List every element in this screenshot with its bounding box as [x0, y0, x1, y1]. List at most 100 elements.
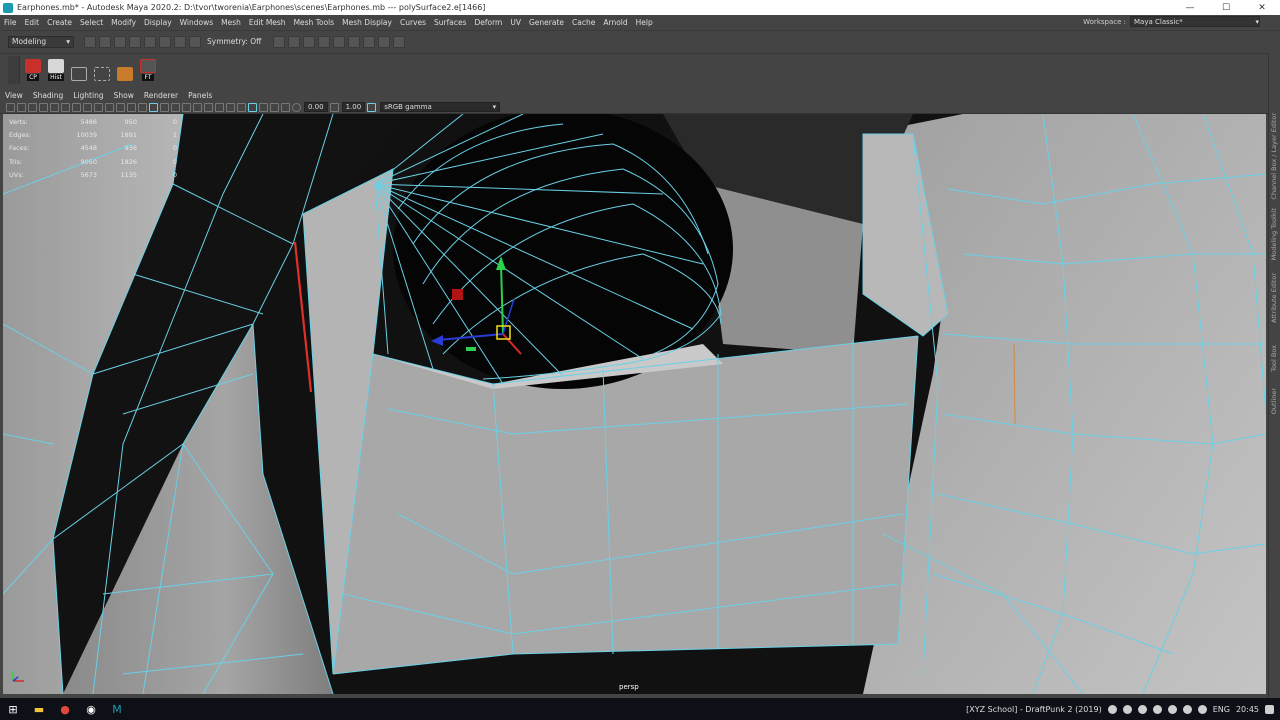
- save-scene-icon[interactable]: [114, 35, 126, 48]
- panel-menu-show[interactable]: Show: [109, 91, 139, 100]
- shelf-button-snap[interactable]: [92, 59, 112, 81]
- tray-app-icon[interactable]: [1152, 704, 1162, 714]
- safe-title-icon[interactable]: [138, 102, 147, 112]
- select-hierarchy-icon[interactable]: [159, 35, 171, 48]
- motion-blur-icon[interactable]: [226, 102, 235, 112]
- panel-menu-shading[interactable]: Shading: [28, 91, 68, 100]
- tab-modeling-toolkit[interactable]: Modeling Toolkit: [1270, 208, 1278, 260]
- tab-tool-box[interactable]: Tool Box: [1270, 345, 1278, 372]
- bluetooth-icon[interactable]: [1167, 704, 1177, 714]
- 2d-pan-zoom-icon[interactable]: [50, 102, 59, 112]
- gamma-field[interactable]: 1.00: [341, 102, 366, 112]
- maya-taskbar-icon[interactable]: M: [110, 702, 124, 716]
- camera-attributes-icon[interactable]: [17, 102, 26, 112]
- render-icon[interactable]: [363, 35, 376, 48]
- resolution-gate-icon[interactable]: [94, 102, 103, 112]
- menu-select[interactable]: Select: [76, 18, 107, 27]
- shelf-tab-handle[interactable]: [8, 55, 20, 84]
- menu-deform[interactable]: Deform: [470, 18, 506, 27]
- isolate-select-icon[interactable]: [248, 102, 257, 112]
- notifications-icon[interactable]: [1265, 704, 1274, 714]
- snap-curve-icon[interactable]: [288, 35, 301, 48]
- tab-outliner[interactable]: Outliner: [1270, 388, 1278, 414]
- render-view-icon[interactable]: [348, 35, 361, 48]
- open-scene-icon[interactable]: [99, 35, 111, 48]
- wireframe-on-shaded-icon[interactable]: [171, 102, 180, 112]
- shelf-button-ft[interactable]: FT: [138, 58, 158, 81]
- exposure-field[interactable]: 0.00: [304, 102, 328, 112]
- maximize-button[interactable]: ☐: [1208, 0, 1244, 15]
- menu-mesh[interactable]: Mesh: [217, 18, 245, 27]
- undo-icon[interactable]: [129, 35, 141, 48]
- windows-start-icon[interactable]: ⊞: [6, 702, 20, 716]
- network-icon[interactable]: [1182, 704, 1192, 714]
- workspace-dropdown[interactable]: Maya Classic* ▾: [1130, 16, 1260, 27]
- symmetry-label[interactable]: Symmetry: Off: [207, 37, 261, 46]
- xray-icon[interactable]: [259, 102, 268, 112]
- menu-uv[interactable]: UV: [506, 18, 525, 27]
- tab-attribute-editor[interactable]: Attribute Editor: [1270, 273, 1278, 323]
- menu-arnold[interactable]: Arnold: [599, 18, 631, 27]
- volume-icon[interactable]: [1197, 704, 1207, 714]
- panel-menu-panels[interactable]: Panels: [183, 91, 217, 100]
- menu-mesh-tools[interactable]: Mesh Tools: [290, 18, 339, 27]
- ipr-render-icon[interactable]: [378, 35, 391, 48]
- panel-menu-view[interactable]: View: [0, 91, 28, 100]
- wireframe-icon[interactable]: [149, 102, 158, 112]
- menu-set-dropdown[interactable]: Modeling ▾: [8, 35, 74, 48]
- render-settings-icon[interactable]: [393, 35, 406, 48]
- menu-mesh-display[interactable]: Mesh Display: [338, 18, 396, 27]
- close-button[interactable]: ✕: [1244, 0, 1280, 15]
- color-management-icon[interactable]: [367, 102, 377, 112]
- menu-display[interactable]: Display: [140, 18, 176, 27]
- menu-help[interactable]: Help: [632, 18, 657, 27]
- menu-edit-mesh[interactable]: Edit Mesh: [245, 18, 290, 27]
- menu-modify[interactable]: Modify: [107, 18, 140, 27]
- film-gate-icon[interactable]: [83, 102, 92, 112]
- redo-icon[interactable]: [144, 35, 156, 48]
- tray-app-icon[interactable]: [1122, 704, 1132, 714]
- menu-surfaces[interactable]: Surfaces: [430, 18, 470, 27]
- panel-menu-renderer[interactable]: Renderer: [139, 91, 183, 100]
- menu-generate[interactable]: Generate: [525, 18, 568, 27]
- select-component-icon[interactable]: [189, 35, 201, 48]
- shelf-button-grid[interactable]: [69, 59, 89, 81]
- ambient-occlusion-icon[interactable]: [215, 102, 224, 112]
- snap-view-plane-icon[interactable]: [318, 35, 331, 48]
- tray-app-icon[interactable]: [1107, 704, 1117, 714]
- make-live-icon[interactable]: [333, 35, 346, 48]
- new-scene-icon[interactable]: [84, 35, 96, 48]
- minimize-button[interactable]: —: [1172, 0, 1208, 15]
- obs-icon[interactable]: ◉: [84, 702, 98, 716]
- view-transform-dropdown[interactable]: sRGB gamma ▾: [380, 102, 501, 112]
- menu-file[interactable]: File: [0, 18, 21, 27]
- smooth-shade-icon[interactable]: [160, 102, 169, 112]
- menu-create[interactable]: Create: [43, 18, 76, 27]
- panel-menu-lighting[interactable]: Lighting: [68, 91, 108, 100]
- clock[interactable]: 20:45: [1236, 705, 1259, 714]
- file-explorer-icon[interactable]: ▬: [32, 702, 46, 716]
- tray-app-icon[interactable]: [1137, 704, 1147, 714]
- snap-grid-icon[interactable]: [273, 35, 286, 48]
- chrome-icon[interactable]: ●: [58, 702, 72, 716]
- menu-cache[interactable]: Cache: [568, 18, 599, 27]
- image-plane-icon[interactable]: [39, 102, 48, 112]
- use-all-lights-icon[interactable]: [193, 102, 202, 112]
- perspective-viewport[interactable]: [3, 114, 1266, 694]
- shadows-icon[interactable]: [204, 102, 213, 112]
- snap-point-icon[interactable]: [303, 35, 316, 48]
- active-window-title[interactable]: [XYZ School] - DraftPunk 2 (2019): [966, 705, 1102, 714]
- safe-action-icon[interactable]: [127, 102, 136, 112]
- shelf-button-cp[interactable]: CP: [23, 58, 43, 81]
- select-camera-icon[interactable]: [6, 102, 15, 112]
- multisample-aa-icon[interactable]: [237, 102, 246, 112]
- select-object-icon[interactable]: [174, 35, 186, 48]
- xray-components-icon[interactable]: [281, 102, 290, 112]
- grease-pencil-icon[interactable]: [61, 102, 70, 112]
- shelf-button-cube[interactable]: [115, 59, 135, 81]
- field-chart-icon[interactable]: [116, 102, 125, 112]
- tab-channel-box[interactable]: Channel Box / Layer Editor: [1270, 113, 1278, 200]
- gate-mask-icon[interactable]: [105, 102, 114, 112]
- menu-curves[interactable]: Curves: [396, 18, 430, 27]
- textured-icon[interactable]: [182, 102, 191, 112]
